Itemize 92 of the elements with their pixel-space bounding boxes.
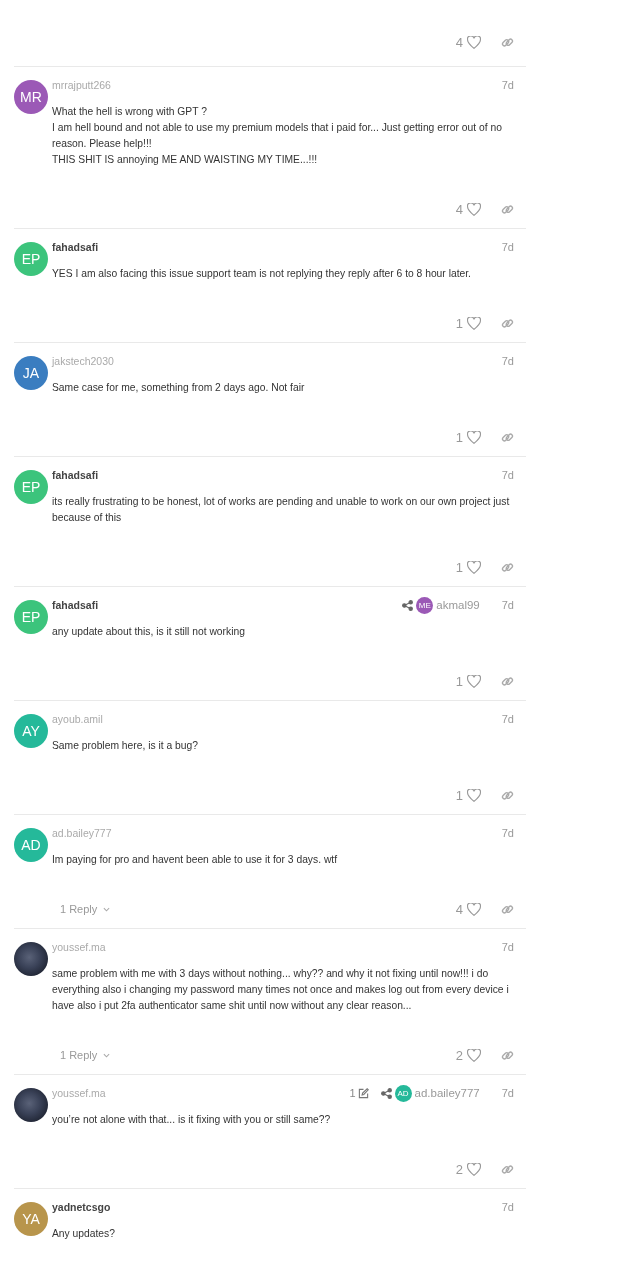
heart-icon (467, 560, 481, 574)
replies-button[interactable]: 1 Reply (60, 1049, 111, 1061)
link-icon (501, 902, 514, 916)
link-icon (501, 788, 514, 802)
user-avatar[interactable]: AD (14, 828, 48, 862)
copy-link-button[interactable] (501, 560, 514, 574)
username[interactable]: ad.bailey777 (52, 827, 112, 839)
heart-icon (467, 1162, 481, 1176)
heart-icon (467, 902, 481, 916)
user-avatar[interactable]: EP (14, 470, 48, 504)
post-text: any update about this, is it still not working (52, 625, 246, 639)
caret-icon (103, 1052, 111, 1058)
user-avatar[interactable] (14, 1088, 48, 1122)
copy-link-button[interactable] (501, 1048, 514, 1062)
caret-icon (103, 906, 111, 912)
edit-count[interactable]: 1 (349, 1087, 369, 1099)
link-icon (501, 202, 514, 216)
username[interactable]: mrrajputt266 (52, 79, 111, 91)
username[interactable]: fahadsafi (52, 241, 99, 253)
like-button[interactable]: 4 (455, 201, 481, 217)
heart-icon (467, 35, 481, 49)
heart-icon (467, 674, 481, 688)
username[interactable]: yadnetcsgo (52, 1201, 111, 1213)
reply-to-link[interactable]: ME akmal99 (402, 596, 480, 614)
copy-link-button[interactable] (501, 202, 514, 216)
post-age: 7d (501, 241, 514, 253)
like-button[interactable]: 2 (455, 1161, 481, 1177)
like-button[interactable]: 1 (455, 673, 481, 689)
post-text: YES I am also facing this issue support team is not replying they reply after 6 to 8 hour later. (52, 267, 472, 281)
user-avatar[interactable]: MR (14, 80, 48, 114)
copy-link-button[interactable] (501, 430, 514, 444)
username[interactable]: youssef.ma (52, 1087, 106, 1099)
like-button[interactable]: 1 (455, 559, 481, 575)
heart-icon (467, 202, 481, 216)
user-avatar[interactable]: YA (14, 1202, 48, 1236)
post-text: Im paying for pro and havent been able to use it for 3 days. wtf (52, 853, 339, 867)
post-text: I am hell bound and not able to use my premium models that i paid for... Just getting error out of no reason. Please help!!! (52, 121, 503, 151)
post-text: its really frustrating to be honest, lot of works are pending and unable to work on our own project just because of this (52, 495, 511, 525)
link-icon (501, 1162, 514, 1176)
username[interactable]: fahadsafi (52, 599, 99, 611)
like-button[interactable]: 1 (455, 787, 481, 803)
like-button[interactable]: 1 (455, 429, 481, 445)
post-age: 7d (501, 469, 514, 481)
user-avatar[interactable]: JA (14, 356, 48, 390)
link-icon (501, 35, 514, 49)
post-text: Same case for me, something from 2 days ago. Not fair (52, 381, 306, 395)
like-button[interactable]: 2 (455, 1047, 481, 1063)
user-avatar[interactable]: AY (14, 714, 48, 748)
replies-button[interactable]: 1 Reply (60, 903, 111, 915)
post-age: 7d (501, 355, 514, 367)
link-icon (501, 316, 514, 330)
user-avatar[interactable] (14, 942, 48, 976)
post-age: 7d (501, 1201, 514, 1213)
post-age: 7d (501, 713, 514, 725)
username[interactable]: ayoub.amil (52, 713, 103, 725)
reply-to-link[interactable]: AD ad.bailey777 (380, 1084, 480, 1102)
post-age: 7d (501, 1087, 514, 1099)
user-avatar[interactable]: EP (14, 242, 48, 276)
post-text: you’re not alone with that... is it fixing with you or still same?? (52, 1113, 332, 1127)
link-icon (501, 560, 514, 574)
post-age: 7d (501, 941, 514, 953)
link-icon (501, 674, 514, 688)
heart-icon (467, 788, 481, 802)
like-button[interactable]: 1 (455, 315, 481, 331)
like-button[interactable]: 4 (455, 34, 481, 50)
link-icon (501, 1048, 514, 1062)
post-text: same problem with me with 3 days without nothing... why?? and why it not fixing until now!!! i do everything also i changing my password many times not once and makes log out from every device i have also i put 2fa authenticator same shit until now without any clear reason... (52, 967, 510, 1013)
copy-link-button[interactable] (501, 674, 514, 688)
post-age: 7d (501, 827, 514, 839)
post-age: 7d (501, 599, 514, 611)
username[interactable]: youssef.ma (52, 941, 106, 953)
post-age: 7d (501, 79, 514, 91)
username[interactable]: fahadsafi (52, 469, 99, 481)
share-icon (402, 599, 414, 611)
post-text: Same problem here, is it a bug? (52, 739, 199, 753)
copy-link-button[interactable] (501, 788, 514, 802)
share-icon (380, 1087, 392, 1099)
edit-icon (357, 1087, 369, 1099)
heart-icon (467, 430, 481, 444)
copy-link-button[interactable] (501, 1162, 514, 1176)
post-text: What the hell is wrong with GPT ? (52, 105, 208, 119)
heart-icon (467, 1048, 481, 1062)
username[interactable]: jakstech2030 (52, 355, 114, 367)
user-avatar[interactable]: EP (14, 600, 48, 634)
copy-link-button[interactable] (501, 316, 514, 330)
copy-link-button[interactable] (501, 35, 514, 49)
link-icon (501, 430, 514, 444)
heart-icon (467, 316, 481, 330)
like-button[interactable]: 4 (455, 901, 481, 917)
copy-link-button[interactable] (501, 902, 514, 916)
post-text: THIS SHIT IS annoying ME AND WAISTING MY TIME...!!! (52, 153, 319, 167)
post-text: Any updates? (52, 1227, 116, 1241)
